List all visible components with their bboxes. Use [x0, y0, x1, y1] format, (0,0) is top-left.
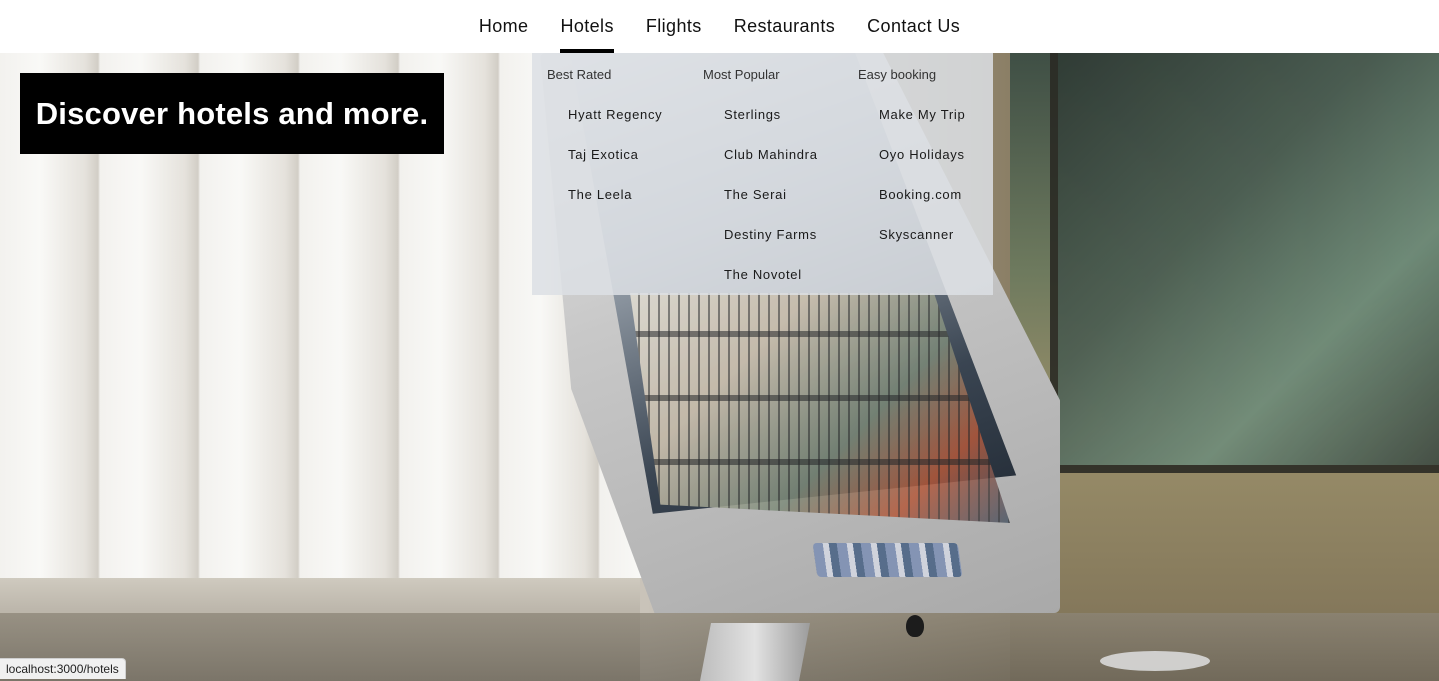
apple-logo-icon	[906, 615, 924, 637]
screen-dock	[812, 543, 963, 577]
nav-item-label: Hotels	[560, 16, 614, 36]
nav-item-hotels[interactable]: Hotels	[544, 0, 629, 53]
menu-column-heading: Best Rated	[547, 67, 612, 82]
menu-link[interactable]: Hyatt Regency	[568, 105, 662, 145]
menu-link[interactable]: Booking.com	[879, 185, 965, 225]
nav-item-home[interactable]: Home	[463, 0, 545, 53]
hero-title: Discover hotels and more.	[20, 73, 444, 154]
menu-column-links: Sterlings Club Mahindra The Serai Destin…	[724, 105, 818, 305]
menu-column-most-popular: Most Popular Sterlings Club Mahindra The…	[688, 53, 843, 295]
hotels-dropdown-menu: Best Rated Hyatt Regency Taj Exotica The…	[532, 53, 993, 295]
menu-column-heading: Most Popular	[703, 67, 780, 82]
status-bar-url: localhost:3000/hotels	[0, 658, 126, 679]
nav-item-label: Contact Us	[867, 16, 961, 36]
menu-link[interactable]: Skyscanner	[879, 225, 965, 265]
nav-item-restaurants[interactable]: Restaurants	[718, 0, 851, 53]
menu-link[interactable]: The Novotel	[724, 265, 818, 305]
nav-list: Home Hotels Flights Restaurants Contact …	[463, 0, 976, 53]
nav-item-label: Home	[478, 16, 529, 36]
monitor-stand	[700, 623, 810, 681]
nav-item-label: Flights	[645, 16, 702, 36]
menu-link[interactable]: The Serai	[724, 185, 818, 225]
menu-link[interactable]: Oyo Holidays	[879, 145, 965, 185]
menu-column-links: Hyatt Regency Taj Exotica The Leela	[568, 105, 662, 225]
nav-item-flights[interactable]: Flights	[630, 0, 718, 53]
menu-link[interactable]: Make My Trip	[879, 105, 965, 145]
wall-painting	[1050, 53, 1439, 473]
menu-column-easy-booking: Easy booking Make My Trip Oyo Holidays B…	[843, 53, 993, 295]
menu-link[interactable]: Sterlings	[724, 105, 818, 145]
top-nav: Home Hotels Flights Restaurants Contact …	[0, 0, 1439, 53]
mouse	[1100, 651, 1210, 671]
menu-link[interactable]: Taj Exotica	[568, 145, 662, 185]
nav-item-contact-us[interactable]: Contact Us	[851, 0, 976, 53]
menu-link[interactable]: Destiny Farms	[724, 225, 818, 265]
menu-link[interactable]: The Leela	[568, 185, 662, 225]
menu-column-heading: Easy booking	[858, 67, 937, 82]
nav-item-label: Restaurants	[733, 16, 836, 36]
menu-link[interactable]: Club Mahindra	[724, 145, 818, 185]
menu-column-links: Make My Trip Oyo Holidays Booking.com Sk…	[879, 105, 965, 265]
menu-column-best-rated: Best Rated Hyatt Regency Taj Exotica The…	[532, 53, 688, 295]
